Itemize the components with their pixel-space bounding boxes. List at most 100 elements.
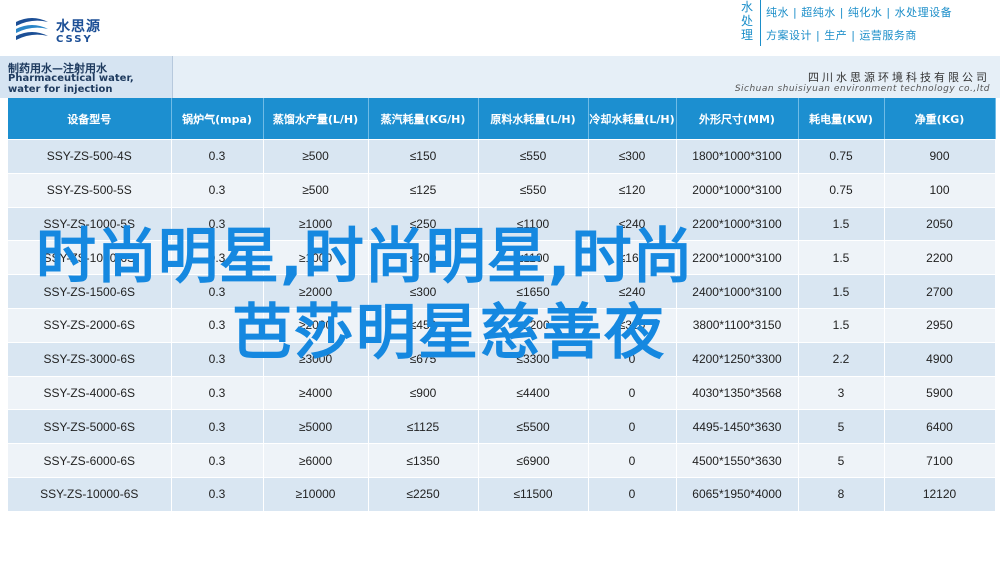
table-cell: SSY-ZS-10000-6S <box>8 477 172 512</box>
table-cell: 4030*1350*3568 <box>676 376 799 411</box>
table-cell: 2200*1000*3100 <box>676 240 799 276</box>
column-header: 耗电量(KW) <box>798 98 885 140</box>
table-cell: ≤4400 <box>478 376 589 411</box>
table-cell: ≤240 <box>588 274 677 309</box>
table-cell: ≤5500 <box>478 409 589 445</box>
table-row: SSY-ZS-1000-6S 0.3 ≥1000 ≤200 ≤1100 ≤160 2200*… <box>8 240 996 276</box>
table-cell: ≤1650 <box>478 274 589 309</box>
table-cell: 0.3 <box>171 173 264 208</box>
table-cell: ≤3300 <box>478 342 589 377</box>
column-header: 蒸馏水产量(L/H) <box>263 98 369 140</box>
table-cell: ≤675 <box>368 342 479 377</box>
company-name-en: Sichuan shuisiyuan environment technolog… <box>734 84 990 94</box>
logo-english-name: CSSY <box>56 34 93 45</box>
table-cell: 100 <box>884 173 996 208</box>
table-row: SSY-ZS-6000-6S 0.3 ≥6000 ≤1350 ≤6900 0 4500*15… <box>8 443 996 478</box>
table-cell: 0.3 <box>171 240 264 276</box>
table-cell: SSY-ZS-4000-6S <box>8 376 172 411</box>
table-cell: ≥500 <box>263 173 369 208</box>
table-cell: 1.5 <box>798 207 885 242</box>
table-cell: ≤900 <box>368 376 479 411</box>
page-header: 水思源 CSSY 水处理 纯水 | 超纯水 | 纯化水 | 水处理设备 方案设计… <box>0 0 1000 60</box>
table-cell: 1.5 <box>798 274 885 309</box>
table-cell: ≤6900 <box>478 443 589 478</box>
process-side-label: 水处理 <box>736 0 761 46</box>
table-cell: 2200 <box>884 240 996 276</box>
table-cell: ≤125 <box>368 173 479 208</box>
table-cell: 0.3 <box>171 376 264 411</box>
table-cell: 5 <box>798 443 885 478</box>
table-cell: ≤300 <box>588 139 677 174</box>
table-cell: 1.5 <box>798 240 885 276</box>
table-cell: 1.5 <box>798 308 885 343</box>
column-header: 原料水耗量(L/H) <box>478 98 589 140</box>
spec-table: 设备型号 锅炉气(mpa) 蒸馏水产量(L/H) 蒸汽耗量(KG/H) 原料水耗… <box>8 98 996 512</box>
process-line-2: 方案设计 | 生产 | 运营服务商 <box>766 29 917 42</box>
table-cell: ≤240 <box>588 207 677 242</box>
table-cell: 2950 <box>884 308 996 343</box>
table-cell: 0.3 <box>171 443 264 478</box>
table-cell: 0 <box>588 342 677 377</box>
table-cell: 1800*1000*3100 <box>676 139 799 174</box>
process-tagline: 水处理 纯水 | 超纯水 | 纯化水 | 水处理设备 方案设计 | 生产 | 运… <box>736 0 1000 50</box>
table-cell: SSY-ZS-500-4S <box>8 139 172 174</box>
table-cell: ≥500 <box>263 139 369 174</box>
table-cell: SSY-ZS-6000-6S <box>8 443 172 478</box>
table-cell: 5 <box>798 409 885 445</box>
table-cell: 12120 <box>884 477 996 512</box>
table-cell: ≥4000 <box>263 376 369 411</box>
table-cell: ≥1000 <box>263 207 369 242</box>
process-line-1: 纯水 | 超纯水 | 纯化水 | 水处理设备 <box>766 6 953 19</box>
table-cell: ≥2000 <box>263 308 369 343</box>
table-cell: 2200*1000*3100 <box>676 207 799 242</box>
table-cell: 0.3 <box>171 139 264 174</box>
table-cell: ≤320 <box>588 308 677 343</box>
column-header: 冷却水耗量(L/H) <box>588 98 677 140</box>
table-cell: 8 <box>798 477 885 512</box>
table-cell: ≤1125 <box>368 409 479 445</box>
table-cell: ≤200 <box>368 240 479 276</box>
table-row: SSY-ZS-500-5S 0.3 ≥500 ≤125 ≤550 ≤120 2000*100… <box>8 173 996 208</box>
table-cell: 7100 <box>884 443 996 478</box>
table-cell: 0.3 <box>171 207 264 242</box>
table-cell: 2.2 <box>798 342 885 377</box>
table-cell: SSY-ZS-5000-6S <box>8 409 172 445</box>
table-cell: ≤1100 <box>478 240 589 276</box>
table-cell: ≤450 <box>368 308 479 343</box>
table-cell: 0.3 <box>171 477 264 512</box>
table-cell: 6400 <box>884 409 996 445</box>
column-header: 蒸汽耗量(KG/H) <box>368 98 479 140</box>
table-cell: SSY-ZS-1500-6S <box>8 274 172 309</box>
table-cell: 0 <box>588 477 677 512</box>
table-header-row: 设备型号 锅炉气(mpa) 蒸馏水产量(L/H) 蒸汽耗量(KG/H) 原料水耗… <box>8 98 996 140</box>
table-cell: ≤250 <box>368 207 479 242</box>
table-cell: 0.3 <box>171 308 264 343</box>
table-row: SSY-ZS-4000-6S 0.3 ≥4000 ≤900 ≤4400 0 4030*135… <box>8 376 996 411</box>
water-drop-logo-icon <box>16 18 48 40</box>
table-cell: ≤550 <box>478 173 589 208</box>
table-cell: ≤2200 <box>478 308 589 343</box>
table-row: SSY-ZS-10000-6S 0.3 ≥10000 ≤2250 ≤11500 0 6065… <box>8 477 996 512</box>
table-cell: SSY-ZS-3000-6S <box>8 342 172 377</box>
table-cell: ≥3000 <box>263 342 369 377</box>
table-row: SSY-ZS-500-4S 0.3 ≥500 ≤150 ≤550 ≤300 1800*100… <box>8 139 996 174</box>
column-header: 设备型号 <box>8 98 172 140</box>
table-row: SSY-ZS-2000-6S 0.3 ≥2000 ≤450 ≤2200 ≤320 3800*… <box>8 308 996 343</box>
table-cell: 6065*1950*4000 <box>676 477 799 512</box>
title-band: 制药用水—注射用水 Pharmaceutical water, water fo… <box>0 56 1000 98</box>
table-cell: ≥5000 <box>263 409 369 445</box>
column-header: 锅炉气(mpa) <box>171 98 264 140</box>
table-cell: 3 <box>798 376 885 411</box>
table-cell: SSY-ZS-2000-6S <box>8 308 172 343</box>
table-cell: 4495-1450*3630 <box>676 409 799 445</box>
table-cell: ≤150 <box>368 139 479 174</box>
table-cell: ≥2000 <box>263 274 369 309</box>
table-cell: ≤300 <box>368 274 479 309</box>
company-logo[interactable]: 水思源 CSSY <box>14 14 134 50</box>
table-cell: 2050 <box>884 207 996 242</box>
table-cell: ≤11500 <box>478 477 589 512</box>
product-title-en: Pharmaceutical water, water for injectio… <box>8 73 134 95</box>
table-cell: 4200*1250*3300 <box>676 342 799 377</box>
table-cell: 0.75 <box>798 173 885 208</box>
table-cell: ≥6000 <box>263 443 369 478</box>
